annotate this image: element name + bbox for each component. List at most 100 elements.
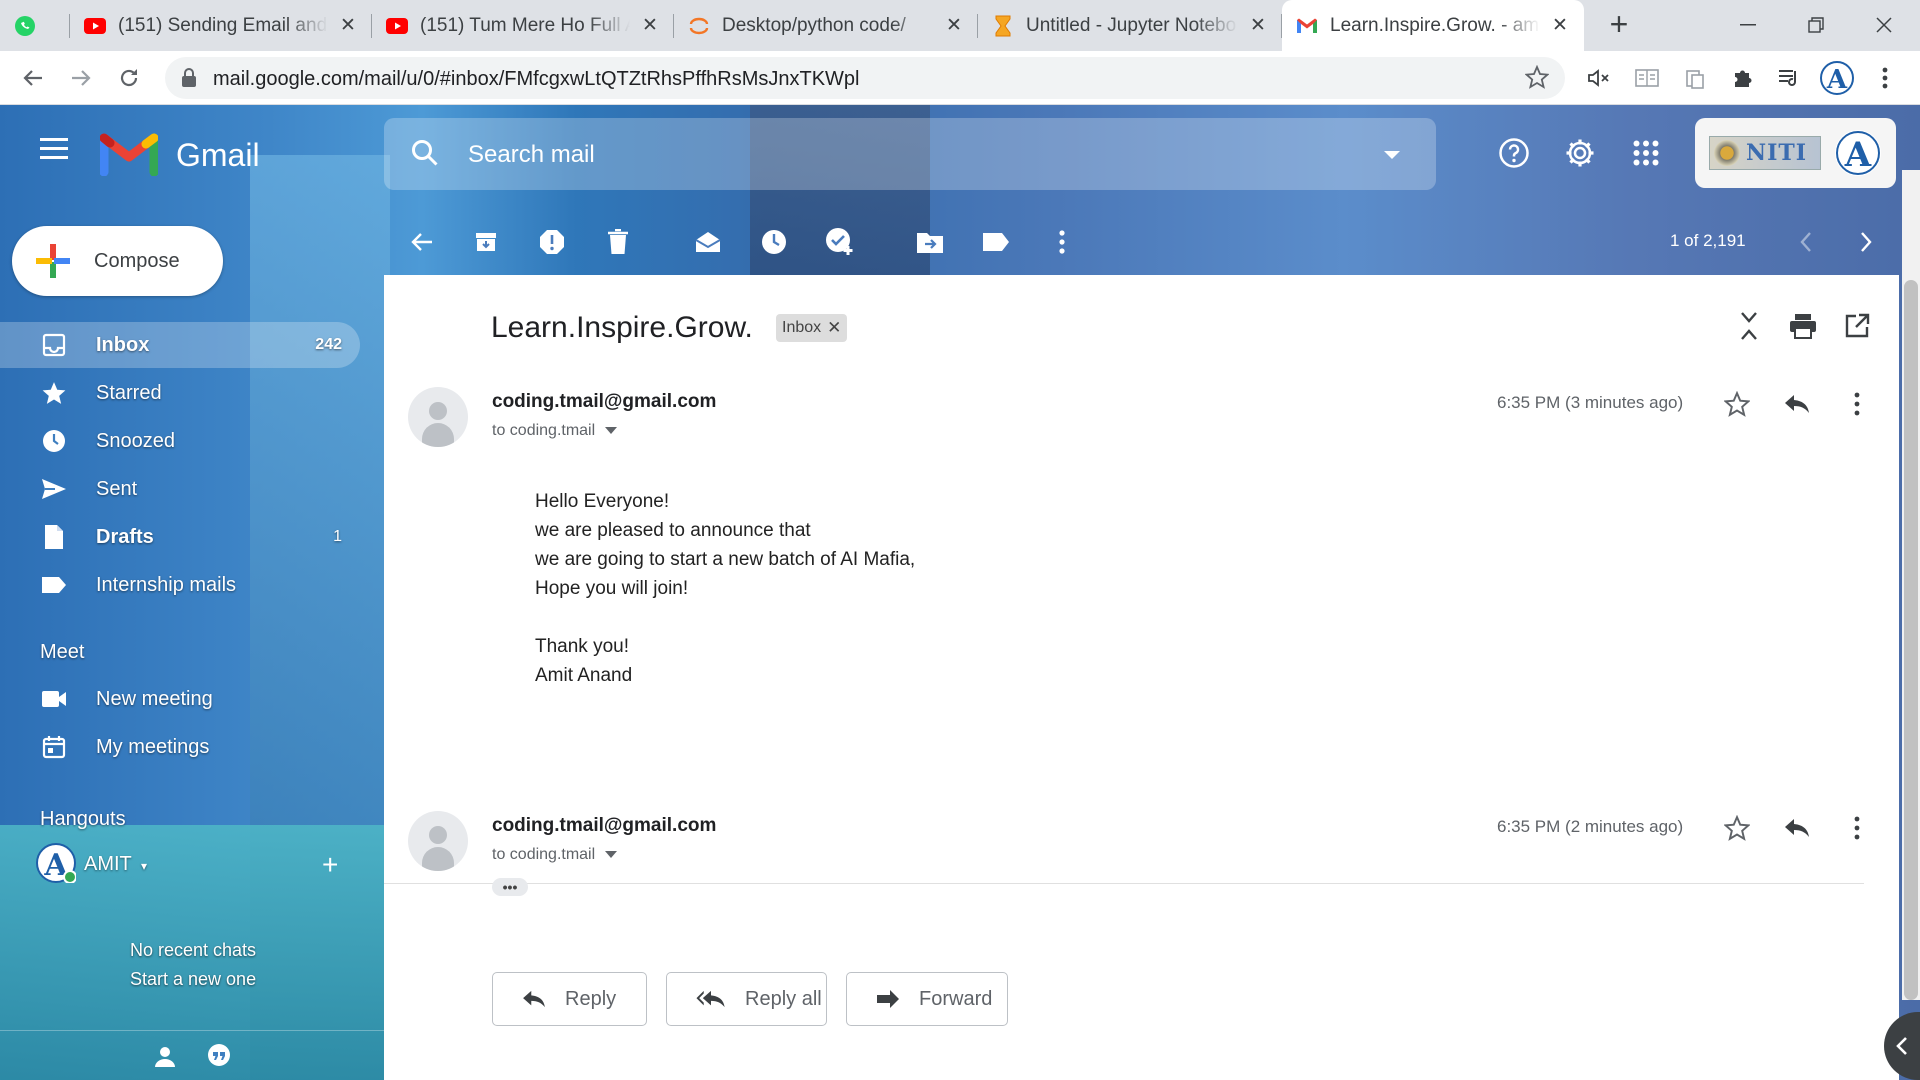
more-options-icon[interactable] — [1046, 226, 1078, 258]
reply-all-button[interactable]: Reply all — [666, 972, 827, 1026]
settings-gear-icon[interactable] — [1560, 133, 1600, 173]
search-icon[interactable] — [410, 138, 440, 173]
collapse-all-icon[interactable] — [1732, 309, 1766, 343]
inbox-label-chip[interactable]: Inbox ✕ — [776, 314, 848, 342]
account-area[interactable]: NITI A — [1695, 118, 1896, 188]
close-tab-icon[interactable]: ✕ — [1248, 14, 1268, 37]
move-to-icon[interactable] — [914, 226, 946, 258]
forward-button[interactable]: Forward — [846, 972, 1008, 1026]
browser-toolbar: mail.google.com/mail/u/0/#inbox/FMfcgxwL… — [0, 51, 1920, 105]
message-divider — [384, 883, 1864, 884]
tab-youtube-1[interactable]: (151) Sending Email and W ✕ — [70, 0, 372, 51]
clipboard-icon[interactable] — [1676, 59, 1714, 97]
back-button[interactable] — [14, 59, 52, 97]
hangouts-chat-icon[interactable] — [206, 1043, 232, 1074]
close-window-button[interactable] — [1854, 8, 1914, 42]
inbox-icon — [40, 331, 68, 359]
close-tab-icon[interactable]: ✕ — [640, 14, 660, 37]
scrollbar-thumb[interactable] — [1904, 280, 1918, 1000]
close-tab-icon[interactable]: ✕ — [944, 14, 964, 37]
close-tab-icon[interactable]: ✕ — [1550, 14, 1570, 37]
sidebar-item-internship-mails[interactable]: Internship mails — [0, 562, 360, 608]
main-menu-button[interactable] — [33, 127, 75, 169]
archive-icon[interactable] — [470, 226, 502, 258]
star-toggle-icon[interactable] — [1720, 387, 1754, 421]
account-avatar[interactable]: A — [1835, 130, 1881, 176]
gmail-logo-icon[interactable] — [99, 132, 159, 181]
new-tab-button[interactable]: + — [1602, 8, 1636, 42]
contacts-person-icon[interactable] — [152, 1043, 178, 1074]
browser-tab-bar: (151) Sending Email and W ✕ (151) Tum Me… — [0, 0, 1920, 51]
browser-menu-icon[interactable] — [1866, 59, 1904, 97]
minimize-button[interactable] — [1718, 8, 1778, 42]
sidebar-item-inbox[interactable]: Inbox 242 — [0, 322, 360, 368]
sidebar-item-starred[interactable]: Starred — [0, 370, 360, 416]
sidebar-item-label: Starred — [96, 381, 162, 404]
search-input[interactable] — [468, 138, 1368, 172]
restore-button[interactable] — [1786, 8, 1846, 42]
side-panel-toggle[interactable] — [1884, 1012, 1920, 1080]
profile-avatar-icon[interactable]: A — [1818, 59, 1856, 97]
reload-button[interactable] — [110, 59, 148, 97]
hourglass-icon — [992, 15, 1014, 37]
reply-button[interactable]: Reply — [492, 972, 647, 1026]
hangouts-user-avatar[interactable]: A — [36, 843, 77, 884]
youtube-icon — [386, 15, 408, 37]
reader-mode-icon[interactable] — [1628, 59, 1666, 97]
star-icon — [40, 379, 68, 407]
search-bar[interactable] — [384, 118, 1436, 190]
open-in-new-window-icon[interactable] — [1840, 309, 1874, 343]
tab-youtube-2[interactable]: (151) Tum Mere Ho Full A ✕ — [372, 0, 674, 51]
mute-icon[interactable] — [1580, 59, 1618, 97]
reply-arrow-icon[interactable] — [1780, 811, 1814, 845]
address-bar[interactable]: mail.google.com/mail/u/0/#inbox/FMfcgxwL… — [165, 57, 1565, 99]
recipients-toggle[interactable]: to coding.tmail — [492, 422, 618, 440]
remove-label-icon[interactable]: ✕ — [827, 318, 841, 338]
message-more-icon[interactable] — [1840, 811, 1874, 845]
message-more-icon[interactable] — [1840, 387, 1874, 421]
apps-grid-icon[interactable] — [1626, 133, 1666, 173]
sender-avatar[interactable] — [408, 387, 468, 447]
add-to-tasks-icon[interactable] — [824, 226, 856, 258]
tab-gmail[interactable]: Learn.Inspire.Grow. - amit ✕ — [1282, 0, 1584, 51]
snooze-clock-icon[interactable] — [758, 226, 790, 258]
sidebar-item-drafts[interactable]: Drafts 1 — [0, 514, 360, 560]
delete-trash-icon[interactable] — [602, 226, 634, 258]
media-control-icon[interactable] — [1770, 59, 1808, 97]
sidebar-item-new-meeting[interactable]: New meeting — [0, 676, 360, 722]
send-icon — [40, 475, 68, 503]
sidebar-item-snoozed[interactable]: Snoozed — [0, 418, 360, 464]
reply-label: Reply — [565, 987, 617, 1010]
bookmark-star-icon[interactable] — [1524, 64, 1550, 94]
sender-email[interactable]: coding.tmail@gmail.com — [492, 391, 716, 413]
new-chat-plus-icon[interactable]: + — [322, 849, 338, 881]
tab-whatsapp[interactable] — [0, 0, 70, 51]
tab-jupyter-notebook[interactable]: Untitled - Jupyter Notebo ✕ — [978, 0, 1282, 51]
help-icon[interactable] — [1494, 133, 1534, 173]
hangouts-user-name[interactable]: AMIT ▾ — [84, 853, 147, 876]
extensions-puzzle-icon[interactable] — [1724, 59, 1762, 97]
reply-arrow-icon[interactable] — [1780, 387, 1814, 421]
close-tab-icon[interactable]: ✕ — [338, 14, 358, 37]
divider — [0, 1030, 384, 1031]
search-options-icon[interactable] — [1384, 151, 1400, 159]
recipients-toggle[interactable]: to coding.tmail — [492, 846, 618, 864]
older-chevron-icon[interactable] — [1850, 226, 1882, 258]
start-new-chat-link[interactable]: Start a new one — [130, 969, 256, 990]
label-tag-icon[interactable] — [980, 226, 1012, 258]
mark-unread-icon[interactable] — [692, 226, 724, 258]
sender-avatar[interactable] — [408, 811, 468, 871]
sender-email[interactable]: coding.tmail@gmail.com — [492, 815, 716, 837]
back-to-inbox-icon[interactable] — [406, 226, 438, 258]
sidebar-item-sent[interactable]: Sent — [0, 466, 360, 512]
print-icon[interactable] — [1786, 309, 1820, 343]
newer-chevron-icon[interactable] — [1790, 226, 1822, 258]
show-trimmed-content-button[interactable]: ••• — [492, 878, 528, 896]
compose-button[interactable]: Compose — [12, 226, 223, 296]
star-toggle-icon[interactable] — [1720, 811, 1754, 845]
tab-title: Learn.Inspire.Grow. - amit — [1330, 14, 1540, 36]
report-spam-icon[interactable] — [536, 226, 568, 258]
forward-button[interactable] — [62, 59, 100, 97]
tab-jupyter-files[interactable]: Desktop/python code/ ✕ — [674, 0, 978, 51]
sidebar-item-my-meetings[interactable]: My meetings — [0, 724, 360, 770]
